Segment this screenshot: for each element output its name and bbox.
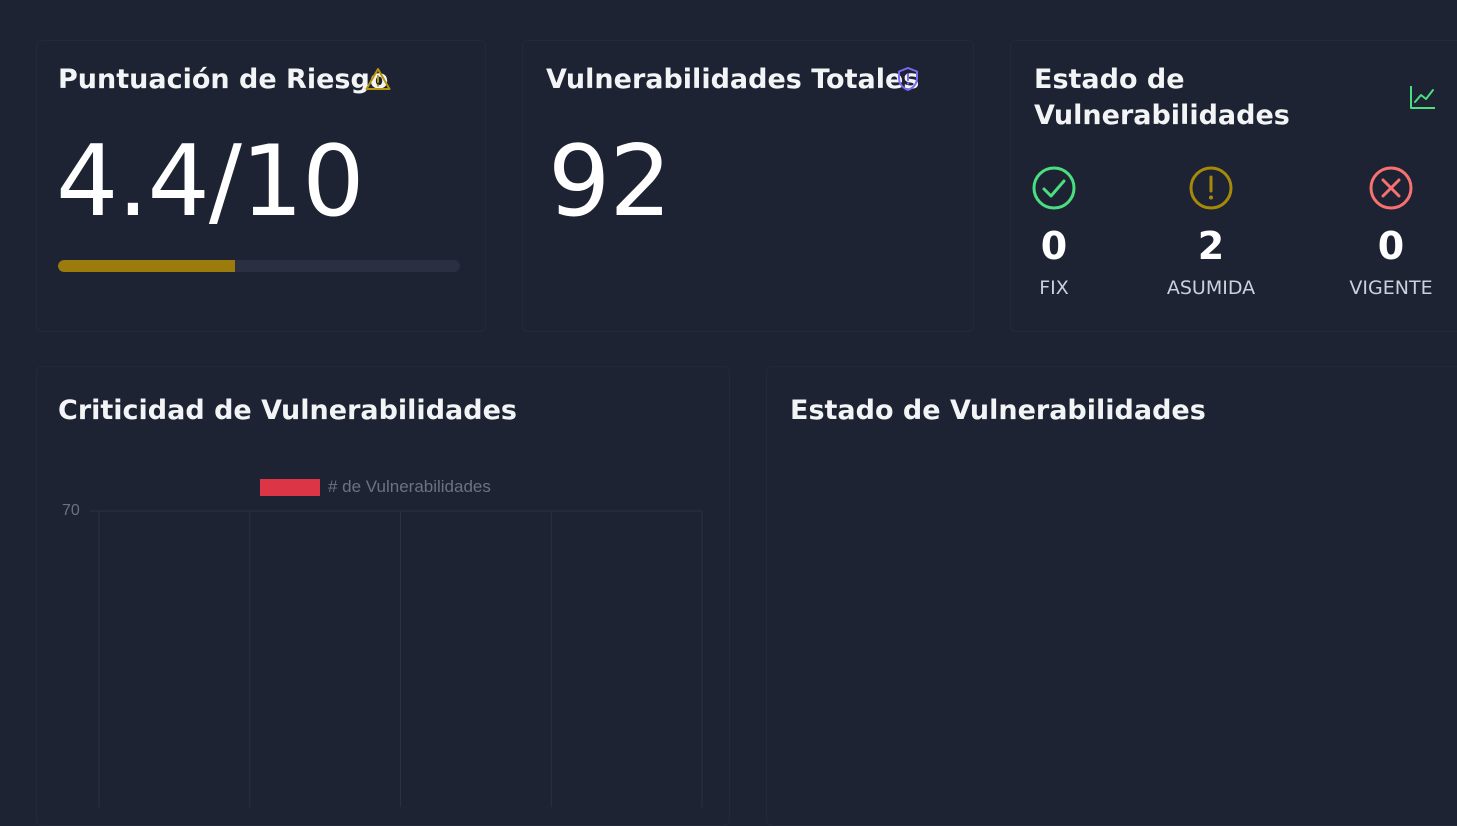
status-chart-card — [766, 366, 1457, 826]
status-chart-title: Estado de Vulnerabilidades — [790, 395, 1206, 426]
